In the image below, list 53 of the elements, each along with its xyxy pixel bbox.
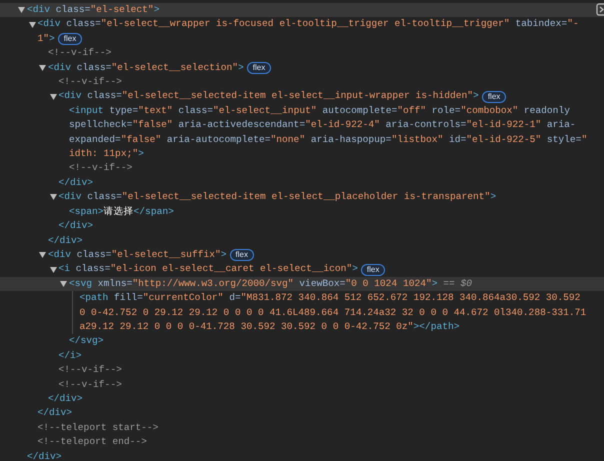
element-markup: <div class="el-select__wrapper is-focused el-tooltip__trigger el-tooltip__trigger" tabindex="- <box>38 17 579 32</box>
element-markup: 1"> <box>38 32 55 46</box>
element-markup: expanded="false" aria-autocomplete="none" aria-haspopup="listbox" id="el-id-922-5" style=" <box>69 132 588 147</box>
closing-tag-text: </svg> <box>69 334 104 348</box>
comment-node-text: <!--v-if--> <box>58 363 122 378</box>
closing-tag-text: </div> <box>58 219 94 234</box>
closing-tag-text: </div> <box>58 176 94 190</box>
element-markup: <div class="el-select"> <box>27 3 160 17</box>
element-markup: <div class="el-select__selected-item el-select__placeholder is-transparent"> <box>58 190 496 204</box>
expand-arrow-icon[interactable] <box>50 194 56 200</box>
flex-badge[interactable]: flex <box>360 264 386 276</box>
flex-badge[interactable]: flex <box>482 90 506 103</box>
comment-node-text: <!--v-if--> <box>58 378 122 392</box>
closing-tag-text: </div> <box>48 234 83 248</box>
closing-tag-text: </i> <box>58 348 82 363</box>
expand-arrow-icon[interactable] <box>28 22 36 28</box>
expand-arrow-icon[interactable] <box>50 94 56 100</box>
element-markup: <svg xmlns="http://www.w3.org/2000/svg" viewBox="0 0 1024 1024"> == $0 <box>69 276 472 291</box>
comment-node-text: <!--v-if--> <box>58 75 122 90</box>
comment-node-text: <!--teleport end--> <box>38 435 147 450</box>
expand-arrow-icon[interactable] <box>60 280 67 287</box>
element-markup: a29.12 29.12 0 0 0 0-41.728 30.592 30.592 0 0 0-42.752 0z"></path> <box>80 320 460 334</box>
node-row[interactable]: <div class="el-select__selected-item el-select__placeholder is-transparent"> <box>0 190 604 205</box>
comment-node-text: <!--v-if--> <box>48 46 112 60</box>
closing-tag-text: </div> <box>38 406 72 420</box>
element-markup: idth: 11px;"> <box>69 147 144 162</box>
node-row[interactable]: <div class="el-select__suffix"> flex <box>0 248 604 262</box>
element-markup: spellcheck="false" aria-activedescendant="el-id-922-4" aria-controls="el-id-922-1" aria- <box>69 118 576 132</box>
expand-arrow-icon[interactable] <box>50 266 56 272</box>
element-markup: 0 0-42.752 0 29.12 29.12 0 0 0 0 41.6L489.664 714.24a32 32 0 0 0 44.672 0l340.288-331.71 <box>80 306 586 320</box>
expand-arrow-icon[interactable] <box>18 7 25 14</box>
flex-badge[interactable]: flex <box>246 62 272 74</box>
closing-tag-text: </div> <box>27 450 62 461</box>
element-markup: <path fill="currentColor" d="M831.872 340.864 512 652.672 192.128 340.864a30.592 30.592 <box>80 291 580 306</box>
node-row[interactable]: <div class="el-select__wrapper is-focused el-tooltip__trigger el-tooltip__trigger" tabindex="- 1"> flex <box>0 17 604 46</box>
element-markup: <div class="el-select__selected-item el-select__input-wrapper is-hidden"> <box>58 89 479 104</box>
hovered-node-row[interactable]: <div class="el-select"> <box>0 3 604 18</box>
element-markup: <input type="text" class="el-select__input" autocomplete="off" role="combobox" readonly <box>69 104 570 118</box>
flex-badge[interactable]: flex <box>58 33 82 46</box>
node-row[interactable]: <div class="el-select__selection"> flex <box>0 60 604 76</box>
node-row[interactable]: <i class="el-icon el-select__caret el-select__icon"> flex <box>0 262 604 277</box>
element-markup: <i class="el-icon el-select__caret el-select__icon"> <box>58 262 358 276</box>
comment-node-text: <!--v-if--> <box>69 161 132 176</box>
expand-arrow-icon[interactable] <box>39 64 46 71</box>
element-markup: <div class="el-select__suffix"> <box>48 248 226 262</box>
comment-node-text: <!--teleport start--> <box>38 420 158 435</box>
expand-arrow-icon[interactable] <box>39 252 46 258</box>
closing-tag-text: </div> <box>48 392 83 406</box>
selected-node-row[interactable]: <svg xmlns="http://www.w3.org/2000/svg" viewBox="0 0 1024 1024"> == $0 <box>0 276 604 292</box>
element-markup: <span>请选择</span> <box>69 204 174 219</box>
flex-badge[interactable]: flex <box>230 249 254 262</box>
element-markup: <div class="el-select__selection"> <box>48 60 244 75</box>
node-row[interactable]: <div class="el-select__selected-item el-select__input-wrapper is-hidden"> flex <box>0 89 604 104</box>
